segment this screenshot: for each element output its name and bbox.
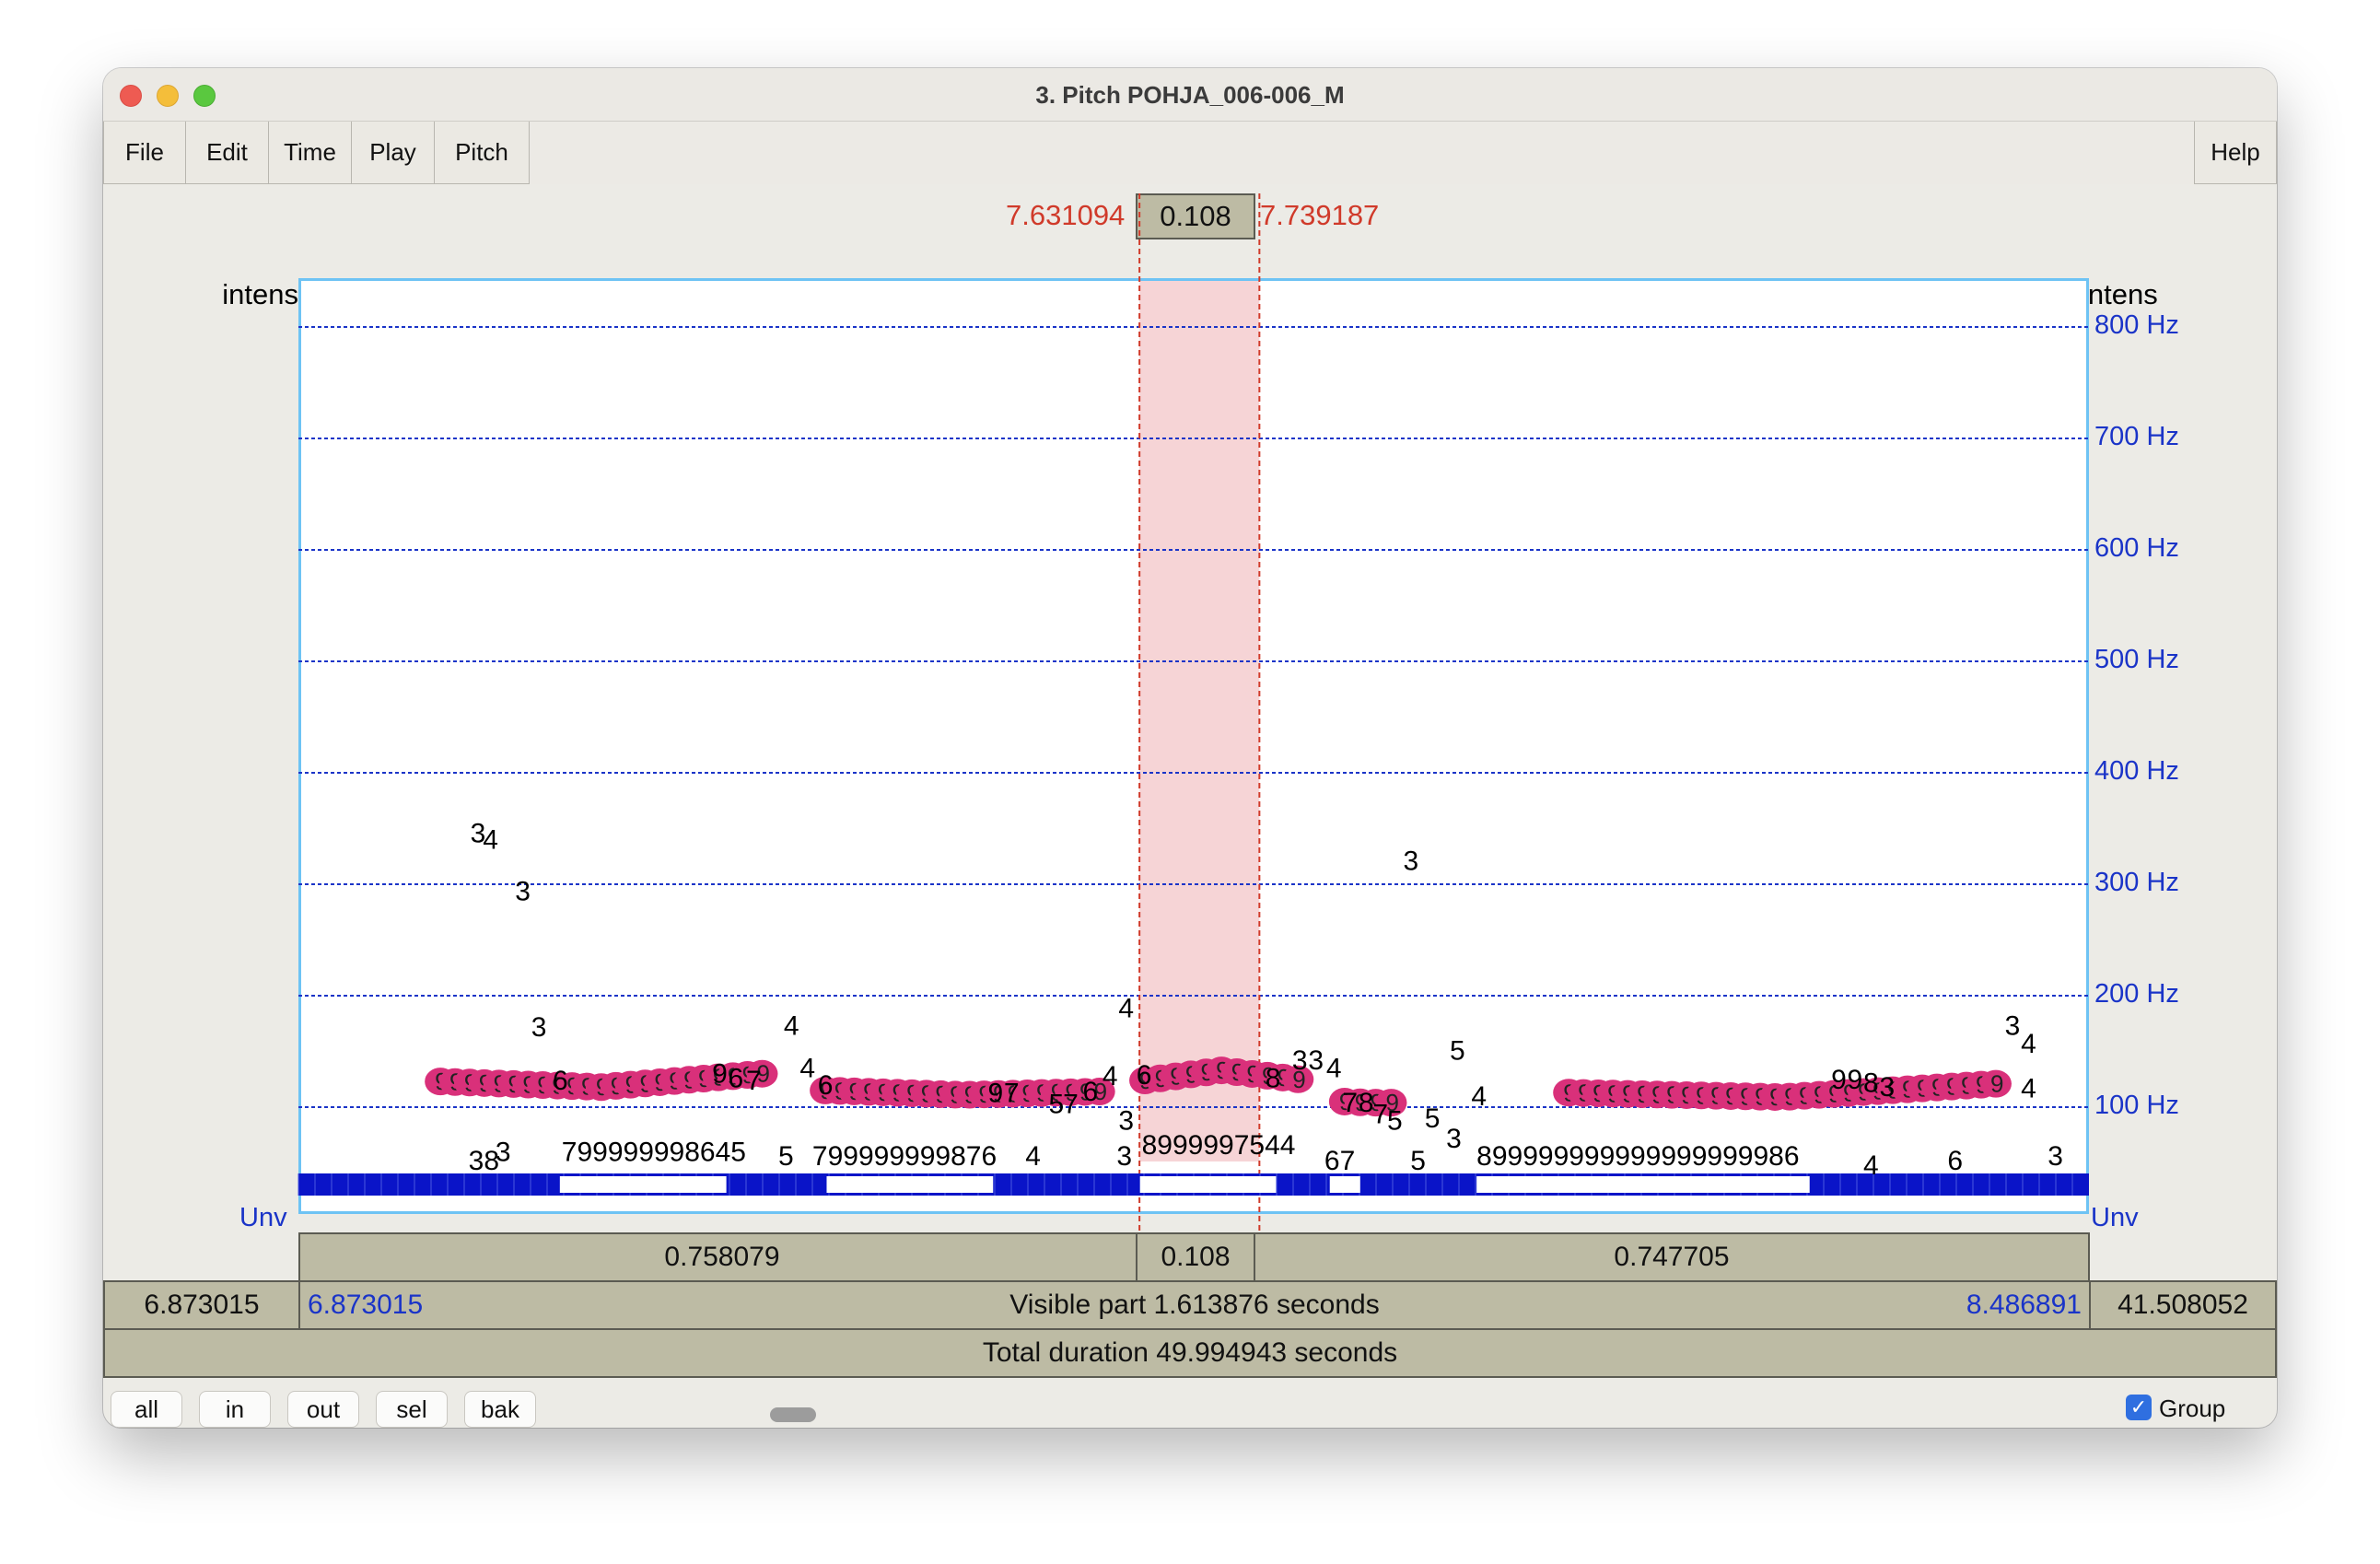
zoom-all-button[interactable]: all	[111, 1391, 182, 1428]
pitch-candidate: 5	[1450, 1035, 1465, 1066]
voiced-segment-2	[1139, 1176, 1277, 1193]
pitch-candidate: 3	[515, 876, 531, 906]
pitch-point-digit: 9	[1990, 1070, 2003, 1098]
zoom-selection-button[interactable]: sel	[376, 1391, 448, 1428]
pitch-candidate: 4	[1118, 993, 1134, 1023]
pitch-candidate: 9	[987, 1078, 1003, 1108]
unvoiced-label-left: Unv	[239, 1203, 287, 1232]
pitch-candidate: 3	[1118, 1106, 1134, 1137]
voiced-segment-1	[826, 1176, 994, 1193]
pitch-candidate: 6	[1082, 1077, 1098, 1107]
pitch-candidate: 3	[2005, 1011, 2021, 1042]
pitch-candidate: 6	[818, 1070, 834, 1101]
visible-part-bar[interactable]: 6.873015 Visible part 1.613876 seconds 8…	[298, 1280, 2091, 1330]
pitch-candidate-row: 3	[2048, 1141, 2063, 1172]
pitch-candidate: 6	[1137, 1060, 1152, 1091]
pitch-candidate-row: 6	[1947, 1146, 1963, 1176]
selection-region	[1139, 281, 1260, 1161]
pitch-candidate: 3	[1308, 1045, 1324, 1076]
zoom-out-button[interactable]: out	[287, 1391, 359, 1428]
pitch-plot-svg: 9999999999999999999999999999999999999999…	[298, 193, 2089, 1282]
pitch-candidate-row: 3	[496, 1137, 511, 1167]
pitch-candidate: 7	[1372, 1099, 1388, 1129]
voiced-segment-0	[559, 1176, 727, 1193]
pitch-candidate: 3	[531, 1012, 547, 1043]
unvoiced-label-right: Unv	[2091, 1203, 2139, 1232]
pitch-candidate-row: 67	[1324, 1146, 1355, 1176]
pitch-candidate: 8	[1359, 1088, 1374, 1118]
pitch-candidate: 5	[1425, 1103, 1441, 1134]
pitch-candidate-row: 4	[1025, 1141, 1041, 1172]
visible-left-outer[interactable]: 6.873015	[103, 1280, 300, 1330]
pitch-candidate: 4	[483, 825, 498, 856]
visible-right-outer[interactable]: 41.508052	[2089, 1280, 2277, 1330]
pitch-candidate: 3	[1880, 1072, 1896, 1103]
total-duration-bar[interactable]: Total duration 49.994943 seconds	[103, 1328, 2277, 1378]
hz-axis-label: 200 Hz	[2094, 979, 2179, 1009]
zoom-back-button[interactable]: bak	[464, 1391, 536, 1428]
pitch-candidate: 6	[553, 1066, 568, 1096]
segment-selected-duration[interactable]: 0.108	[1136, 1232, 1255, 1282]
visible-left-inner: 6.873015	[308, 1290, 424, 1320]
pitch-candidate: 4	[1326, 1054, 1342, 1084]
voiced-segment-4	[1476, 1176, 1810, 1193]
hz-axis-label: 100 Hz	[2094, 1091, 2179, 1120]
pitch-candidate: 9	[1848, 1065, 1863, 1095]
pitch-candidate: 9	[712, 1059, 728, 1090]
group-label: Group	[2159, 1395, 2226, 1422]
pitch-candidate: 4	[1471, 1081, 1487, 1112]
pitch-candidate: 3	[1292, 1045, 1308, 1076]
pitch-candidate: 9	[1831, 1065, 1847, 1095]
pitch-candidate-row: 799999999876	[812, 1141, 997, 1172]
zoom-in-button[interactable]: in	[199, 1391, 271, 1428]
pitch-candidate: 6	[729, 1064, 744, 1094]
pitch-candidate: 7	[1342, 1088, 1358, 1118]
voiced-segment-3	[1329, 1176, 1360, 1193]
pitch-candidate-row: 8999997544	[1142, 1130, 1296, 1161]
pitch-candidate: 4	[2021, 1073, 2036, 1103]
horizontal-scroll-thumb[interactable]	[770, 1407, 816, 1422]
pitch-candidate: 5	[1387, 1106, 1403, 1137]
pitch-candidate: 4	[2021, 1029, 2036, 1059]
hz-axis-label: 800 Hz	[2094, 310, 2179, 340]
pitch-candidate-row: 3	[1116, 1141, 1132, 1172]
pitch-candidate: 7	[1063, 1089, 1079, 1119]
pitch-candidate-row: 799999998645	[562, 1137, 746, 1167]
pitch-candidate: 4	[1102, 1061, 1118, 1091]
visible-part-label: Visible part 1.613876 seconds	[1009, 1290, 1380, 1320]
hz-axis-label: 600 Hz	[2094, 533, 2179, 563]
pitch-candidate: 4	[784, 1011, 799, 1042]
hz-axis-label: 500 Hz	[2094, 645, 2179, 674]
pitch-candidate-row: 899999999999999999986	[1476, 1141, 1799, 1172]
pitch-candidate-row: 5	[778, 1141, 794, 1172]
group-checkbox[interactable]: ✓	[2126, 1395, 2152, 1420]
pitch-candidate-row: 4	[1863, 1150, 1879, 1181]
pitch-candidate: 8	[1266, 1064, 1281, 1094]
pitch-candidate: 7	[1004, 1078, 1020, 1108]
visible-right-inner: 8.486891	[1966, 1290, 2082, 1320]
pitch-candidate: 7	[746, 1066, 762, 1096]
pitch-candidate-row: 5	[1410, 1146, 1426, 1176]
segment-left-duration[interactable]: 0.758079	[298, 1232, 1146, 1282]
hz-axis-label: 300 Hz	[2094, 868, 2179, 897]
pitch-candidate: 4	[799, 1054, 815, 1084]
pitch-candidate: 3	[1446, 1124, 1462, 1154]
pitch-candidate: 8	[1863, 1068, 1879, 1098]
hz-axis-label: 400 Hz	[2094, 756, 2179, 786]
praat-pitch-window: 3. Pitch POHJA_006-006_M File Edit Time …	[103, 68, 2277, 1428]
hz-axis-label: 700 Hz	[2094, 422, 2179, 451]
segment-right-duration[interactable]: 0.747705	[1254, 1232, 2090, 1282]
pitch-candidate: 5	[1049, 1089, 1065, 1119]
pitch-candidate: 3	[1403, 846, 1418, 877]
